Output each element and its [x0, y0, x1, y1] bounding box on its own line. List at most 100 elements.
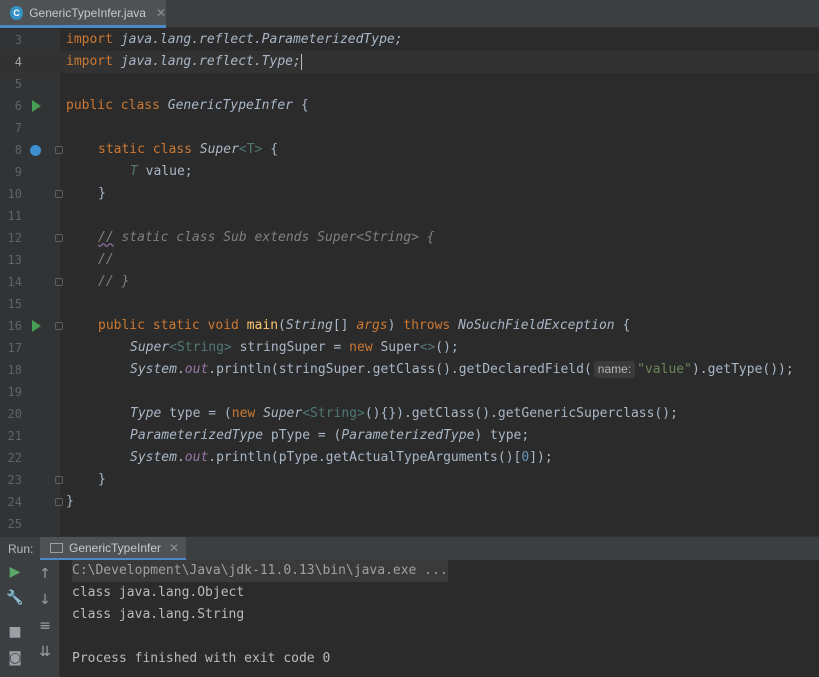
diamond: <>: [419, 340, 436, 355]
run-tab-label: GenericTypeInfer: [69, 540, 162, 555]
parameter-hint: name:: [593, 361, 636, 378]
line-number: 15: [7, 297, 22, 311]
wrench-icon[interactable]: 🔧: [5, 590, 25, 606]
console-exit-line: Process finished with exit code 0: [72, 651, 331, 666]
keyword: throws: [403, 318, 451, 333]
line-number: 22: [7, 451, 22, 465]
line-number: 17: [7, 341, 22, 355]
run-toolbar-right: ↑ ↓ ≡ ⇊: [30, 560, 60, 677]
call-chain: ]);: [529, 450, 553, 465]
arrow-up-icon[interactable]: ↑: [35, 566, 55, 582]
brace: }: [66, 494, 74, 509]
type-parameter: <T>: [238, 142, 263, 157]
call-chain: .println(stringSuper.getClass().getDecla…: [208, 362, 592, 377]
param-name: args: [356, 318, 388, 333]
brace: }: [98, 472, 106, 487]
line-number: 6: [14, 99, 22, 113]
code-editor[interactable]: 3 import java.lang.reflect.Parameterized…: [0, 29, 819, 536]
stop-icon[interactable]: ■: [5, 624, 25, 640]
play-icon[interactable]: ▶: [5, 564, 25, 580]
line-number: 24: [7, 495, 22, 509]
fold-icon[interactable]: [55, 146, 63, 154]
line-number: 5: [14, 77, 22, 91]
variable-decl: stringSuper =: [231, 340, 350, 355]
keyword: class: [112, 98, 160, 113]
comment: //: [98, 230, 114, 245]
dot: .: [176, 450, 185, 465]
line-number: 4: [14, 55, 22, 69]
code-line: 6 public class GenericTypeInfer {: [0, 95, 819, 117]
static-field: out: [184, 450, 209, 465]
type-name: Type: [130, 406, 162, 421]
implemented-icon[interactable]: [30, 145, 41, 156]
fold-icon[interactable]: [55, 278, 63, 286]
import-path: java.lang.reflect.Type;: [112, 54, 301, 69]
line-number: 19: [7, 385, 22, 399]
line-number: 3: [14, 33, 22, 47]
class-name: Super: [191, 142, 239, 157]
static-field: out: [184, 362, 209, 377]
run-panel-title: Run:: [8, 542, 34, 556]
code-line: 7: [0, 117, 819, 139]
fold-icon[interactable]: [55, 190, 63, 198]
code-line: 5: [0, 73, 819, 95]
keyword: new: [349, 340, 373, 355]
line-number: 16: [7, 319, 22, 333]
code-line: 23 }: [0, 469, 819, 491]
call-chain: (){}).getClass().getGenericSuperclass();: [364, 406, 678, 421]
text-cursor: [300, 53, 302, 70]
keyword: public static void: [98, 318, 239, 333]
keyword: static: [98, 142, 145, 157]
arrow-down-icon[interactable]: ↓: [35, 592, 55, 608]
scroll-to-end-icon[interactable]: ⇊: [35, 644, 55, 660]
type-name: Super: [255, 406, 303, 421]
type-name: ParameterizedType: [130, 428, 264, 443]
console-command-line: C:\Development\Java\jdk-11.0.13\bin\java…: [72, 560, 448, 582]
code-line: 15: [0, 293, 819, 315]
call-chain: .println(pType.getActualTypeArguments()[: [208, 450, 522, 465]
code-line: 21 ParameterizedType pType = (Parameteri…: [0, 425, 819, 447]
type-argument: <String>: [302, 406, 365, 421]
close-icon[interactable]: ✕: [169, 541, 179, 555]
class-name: GenericTypeInfer: [159, 98, 293, 113]
soft-wrap-icon[interactable]: ≡: [35, 618, 55, 634]
run-console[interactable]: ▶ 🔧 ■ ◙ ↑ ↓ ≡ ⇊ C:\Development\Java\jdk-…: [0, 560, 819, 677]
exception-name: NoSuchFieldException: [450, 318, 615, 333]
line-number: 11: [7, 209, 22, 223]
keyword: import: [66, 54, 113, 69]
code-line: 13 //: [0, 249, 819, 271]
code-line: 20 Type type = (new Super<String>(){}).g…: [0, 403, 819, 425]
close-icon[interactable]: ✕: [156, 6, 166, 20]
brace: }: [98, 186, 106, 201]
code-line: 25: [0, 513, 819, 535]
fold-icon[interactable]: [55, 476, 63, 484]
line-number: 12: [7, 231, 22, 245]
line-number: 23: [7, 473, 22, 487]
type-parameter: T: [130, 164, 138, 179]
keyword: new: [231, 406, 256, 421]
type-name: String: [285, 318, 333, 333]
line-number: 20: [7, 407, 22, 421]
comment: static class Sub extends Super<String> {: [113, 230, 435, 245]
keyword: import: [66, 32, 113, 47]
camera-icon[interactable]: ◙: [5, 650, 25, 666]
java-class-icon: C: [10, 5, 24, 20]
run-tab-generictypeinfer[interactable]: GenericTypeInfer ✕: [40, 537, 186, 561]
variable-decl: type = (: [161, 406, 232, 421]
code-line: 24 }: [0, 491, 819, 513]
comment: //: [98, 252, 114, 267]
line-number: 21: [7, 429, 22, 443]
call-chain: ).getType());: [691, 362, 794, 377]
code-line: 12 // static class Sub extends Super<Str…: [0, 227, 819, 249]
fold-icon[interactable]: [55, 234, 63, 242]
import-path: java.lang.reflect.ParameterizedType;: [112, 32, 403, 47]
fold-icon[interactable]: [55, 498, 63, 506]
editor-tab-label: GenericTypeInfer.java: [29, 5, 146, 20]
run-main-icon[interactable]: [32, 320, 41, 332]
fold-icon[interactable]: [55, 322, 63, 330]
code-line: 14 // }: [0, 271, 819, 293]
code-line: 3 import java.lang.reflect.Parameterized…: [0, 29, 819, 51]
type-name: System: [130, 450, 177, 465]
run-class-icon[interactable]: [32, 100, 41, 112]
editor-tab-generictypeinfer[interactable]: C GenericTypeInfer.java ✕: [0, 0, 166, 28]
